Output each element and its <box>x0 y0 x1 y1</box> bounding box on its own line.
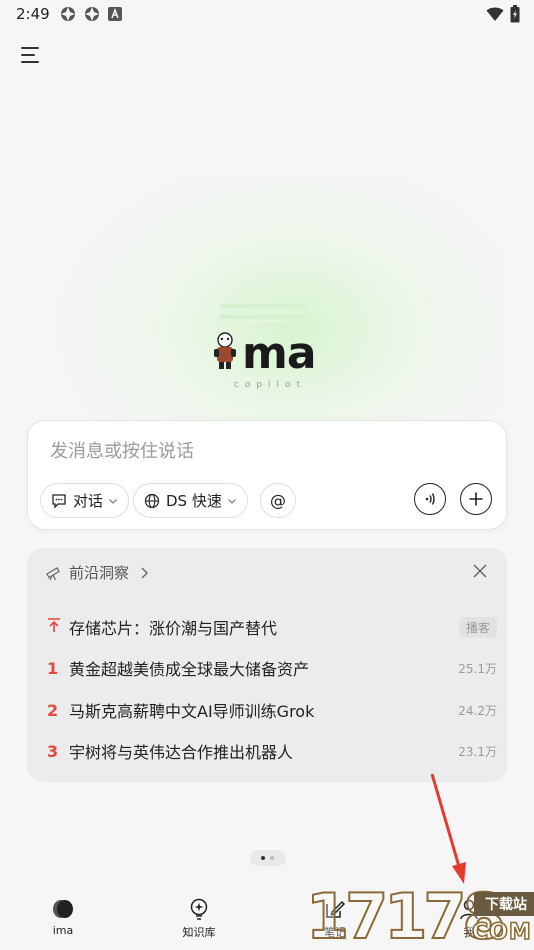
trending-item-views: 25.1万 <box>458 661 497 676</box>
trending-item-title: 宇树将与英伟达合作推出机器人 <box>69 743 294 762</box>
wifi-icon <box>486 7 504 21</box>
nav-me[interactable]: 我 <box>429 898 509 940</box>
nav-label: 笔记 <box>324 926 346 939</box>
model-selector[interactable]: DS 快速 <box>133 483 248 518</box>
nav-label: ima <box>52 924 74 937</box>
annotation-arrow-icon <box>430 773 466 884</box>
nav-ima[interactable]: ima <box>23 898 103 937</box>
mode-selector[interactable]: 对话 <box>40 483 130 518</box>
status-time: 2:49 <box>16 5 50 23</box>
mode-label: 对话 <box>73 492 104 510</box>
trending-item-title: 黄金超越美债成全球最大储备资产 <box>69 660 310 679</box>
chevron-down-icon <box>227 498 236 504</box>
message-input-card: 发消息或按住说话 对话 DS 快速 @ <box>27 420 507 530</box>
top-pin-icon <box>48 618 60 632</box>
podcast-badge: 播客 <box>458 616 497 638</box>
a-icon <box>108 7 122 21</box>
menu-button[interactable] <box>20 44 44 68</box>
trending-item-3[interactable]: 3 宇树将与英伟达合作推出机器人 23.1万 <box>47 739 497 763</box>
bulb-icon <box>190 898 208 920</box>
trending-item-title: 存储芯片：涨价潮与国产替代 <box>69 619 278 638</box>
nav-notes[interactable]: 笔记 <box>295 898 375 940</box>
trending-item-2[interactable]: 2 马斯克高薪聘中文AI导师训练Grok 24.2万 <box>47 698 497 722</box>
trending-card: 前沿洞察 存储芯片：涨价潮与国产替代 播客 1 黄金超越美债成全球最大储备资产 … <box>27 548 507 782</box>
trending-header[interactable]: 前沿洞察 <box>45 562 151 583</box>
chevron-right-icon <box>141 567 149 578</box>
message-input[interactable]: 发消息或按住说话 <box>50 437 194 463</box>
chat-bubble-icon <box>52 493 66 509</box>
trending-rank: 3 <box>47 741 59 761</box>
page-dot <box>270 856 274 860</box>
voice-button[interactable] <box>414 483 446 515</box>
mascot-icon <box>214 332 236 369</box>
app-icon-2 <box>85 7 99 21</box>
trending-item-title: 马斯克高薪聘中文AI导师训练Grok <box>69 702 315 721</box>
trending-item-podcast[interactable]: 存储芯片：涨价潮与国产替代 播客 <box>47 615 497 639</box>
nav-label: 知识库 <box>182 926 216 939</box>
trending-item-views: 24.2万 <box>458 703 497 718</box>
ima-logo-icon <box>53 900 73 918</box>
nav-knowledge-base[interactable]: 知识库 <box>159 898 239 940</box>
trending-rank: 2 <box>47 700 59 720</box>
model-label: DS 快速 <box>166 492 222 510</box>
bottom-nav: ima 知识库 笔记 我 <box>0 890 534 950</box>
app-icon-1 <box>61 7 75 21</box>
battery-icon <box>510 5 520 23</box>
logo-subtitle: copilot <box>233 380 307 390</box>
telescope-icon <box>46 566 60 580</box>
plus-icon <box>469 492 483 506</box>
logo-text: ma <box>242 328 317 379</box>
note-edit-icon <box>326 900 346 918</box>
page-dot-active <box>261 856 265 860</box>
voice-wave-icon <box>425 493 435 505</box>
add-button[interactable] <box>460 483 492 515</box>
trending-item-views: 23.1万 <box>458 744 497 759</box>
mention-label: @ <box>270 491 286 510</box>
trending-item-1[interactable]: 1 黄金超越美债成全球最大储备资产 25.1万 <box>47 656 497 680</box>
trending-rank: 1 <box>47 658 59 678</box>
chevron-down-icon <box>109 498 117 504</box>
globe-icon <box>144 493 160 508</box>
person-icon <box>460 899 478 920</box>
logo-decoration-icon <box>220 304 306 322</box>
close-icon[interactable] <box>471 562 489 580</box>
hamburger-icon <box>21 47 39 63</box>
page-indicator[interactable] <box>250 850 286 866</box>
nav-label: 我 <box>463 926 475 939</box>
mention-button[interactable]: @ <box>260 483 296 518</box>
status-bar: 2:49 <box>0 0 534 28</box>
app-logo: ma copilot <box>206 298 330 398</box>
trending-title: 前沿洞察 <box>69 564 130 582</box>
